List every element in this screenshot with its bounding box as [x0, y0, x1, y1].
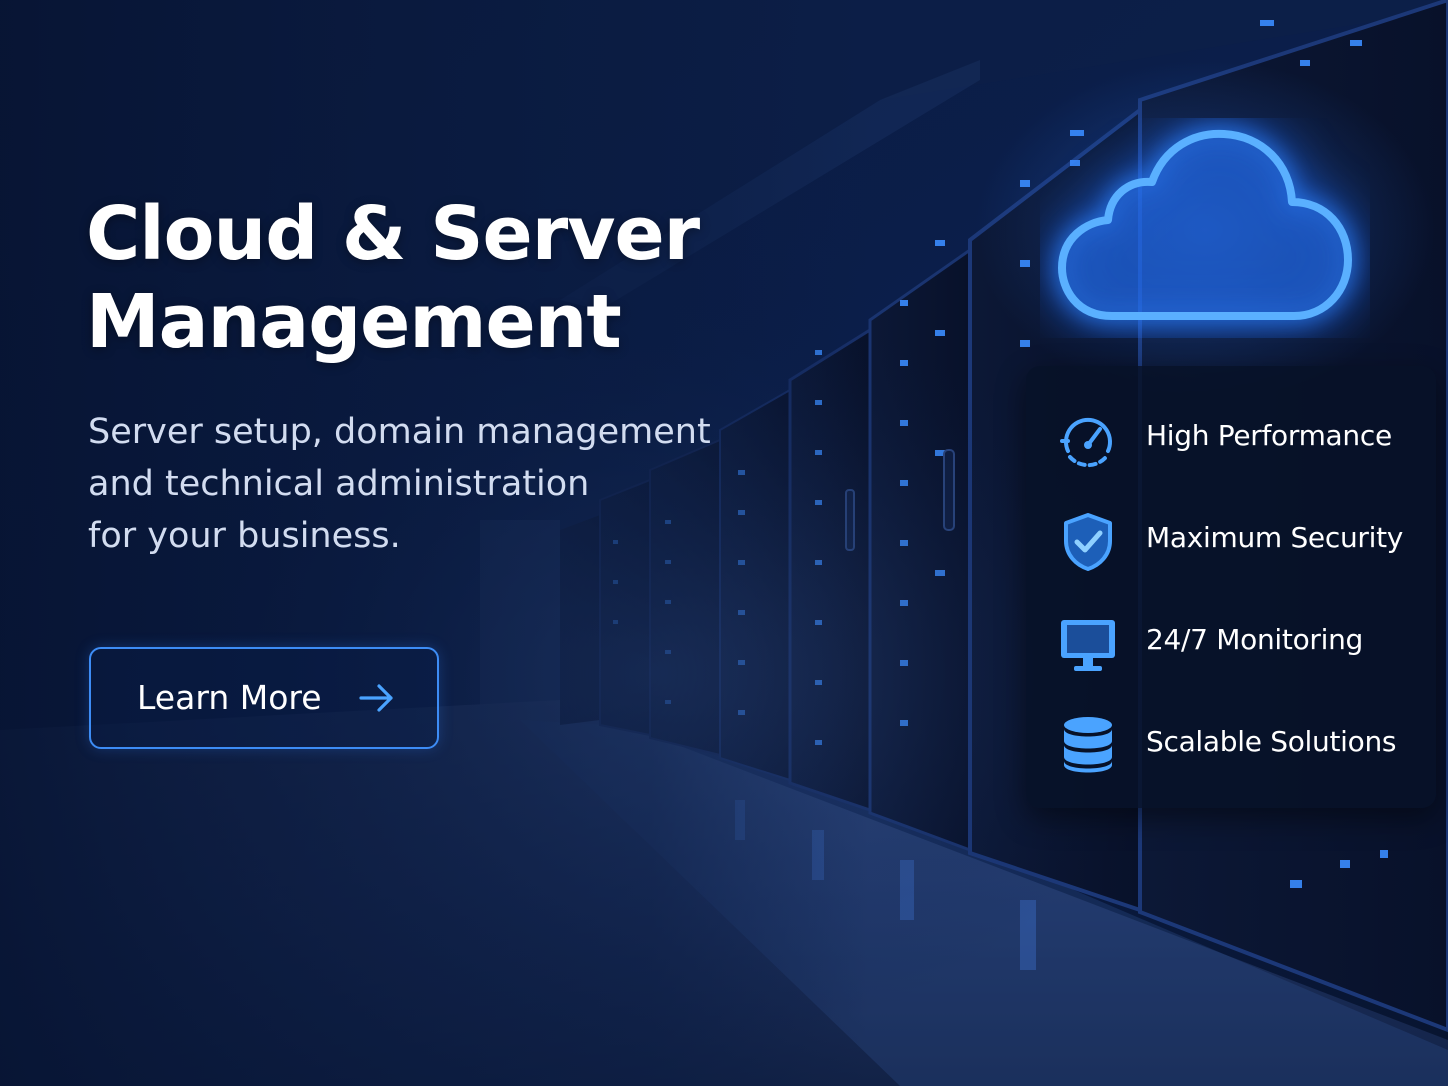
feature-label: Scalable Solutions [1146, 725, 1397, 758]
database-icon [1064, 717, 1112, 773]
learn-more-button[interactable]: Learn More [89, 647, 439, 749]
arrow-right-icon [359, 684, 393, 712]
feature-item: 24/7 Monitoring [1026, 604, 1436, 674]
shield-check-icon [1064, 513, 1112, 571]
hero-subtitle: Server setup, domain management and tech… [88, 406, 711, 562]
subtitle-line: for your business. [88, 516, 401, 556]
cloud-icon [1058, 129, 1352, 320]
feature-item: Maximum Security [1026, 502, 1436, 572]
page-title: Cloud & Server Management [86, 190, 700, 366]
feature-item: High Performance [1026, 400, 1436, 470]
feature-label: High Performance [1146, 419, 1392, 452]
feature-label: 24/7 Monitoring [1146, 623, 1364, 656]
title-line: Management [86, 279, 622, 365]
learn-more-label: Learn More [137, 678, 322, 717]
subtitle-line: and technical administration [88, 464, 590, 504]
speedometer-icon [1060, 417, 1112, 468]
hero-banner: Cloud & Server Management Server setup, … [0, 0, 1448, 1086]
subtitle-line: Server setup, domain management [88, 412, 711, 452]
feature-label: Maximum Security [1146, 521, 1404, 554]
monitor-icon [1061, 620, 1115, 671]
features-panel: High Performance Maximum Security 24/7 M… [1026, 366, 1436, 808]
feature-item: Scalable Solutions [1026, 706, 1436, 776]
title-line: Cloud & Server [86, 191, 700, 277]
